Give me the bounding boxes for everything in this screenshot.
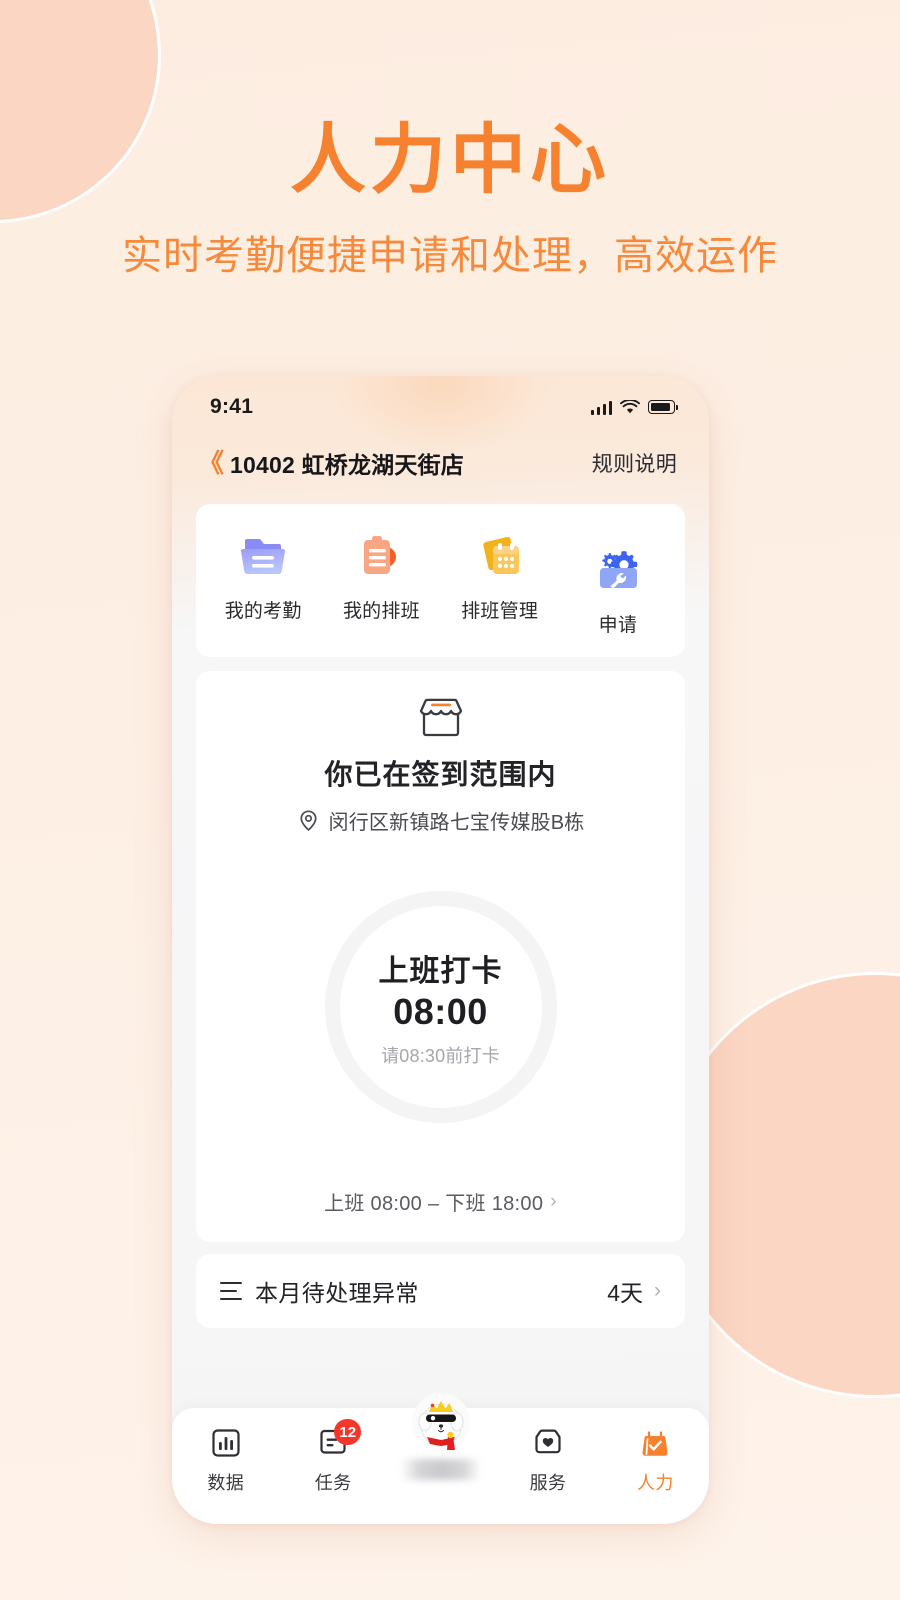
- bag-check-icon: [638, 1426, 672, 1460]
- chevron-right-icon: ›: [654, 1279, 661, 1302]
- store-title: 10402 虹桥龙湖天街店: [230, 452, 464, 478]
- tab-center-mascot[interactable]: [387, 1393, 494, 1480]
- checkin-card: 你已在签到范围内 闵行区新镇路七宝传媒股B栋 上班打卡 08:00 请08:30…: [196, 671, 685, 1242]
- page-title: 人力中心: [290, 118, 610, 203]
- tab-services[interactable]: 服务: [494, 1426, 601, 1495]
- battery-icon: [648, 400, 678, 414]
- hero-section: 人力中心 实时考勤便捷申请和处理，高效运作: [0, 0, 900, 278]
- tab-label: 任务: [314, 1473, 352, 1493]
- calendar-icon: [482, 536, 519, 574]
- quick-action-label: 我的考勤: [224, 601, 302, 622]
- location-pin-icon: [299, 810, 317, 832]
- app-header: 《 10402 虹桥龙湖天街店 规则说明: [172, 432, 709, 494]
- chevron-right-icon: ›: [550, 1190, 557, 1212]
- punch-time: 08:00: [393, 991, 488, 1032]
- tab-tasks[interactable]: 12 任务: [279, 1419, 386, 1495]
- tab-label: 服务: [529, 1473, 567, 1493]
- tab-label: 数据: [207, 1473, 244, 1493]
- punch-hint: 请08:30前打卡: [381, 1046, 500, 1066]
- checkin-address: 闵行区新镇路七宝传媒股B栋: [297, 806, 585, 835]
- status-bar: 9:41: [172, 376, 709, 432]
- punch-button-wrapper: 上班打卡 08:00 请08:30前打卡: [324, 891, 557, 1123]
- page-subtitle: 实时考勤便捷申请和处理，高效运作: [122, 234, 778, 278]
- quick-action-schedule-management[interactable]: 排班管理: [441, 530, 559, 637]
- punch-label: 上班打卡: [378, 955, 503, 988]
- phone-mockup: 9:41 《 10402 虹桥龙湖天街店 规则说明 我的考勤 我的排班 排班管理…: [172, 376, 709, 1524]
- anomaly-row[interactable]: 本月待处理异常 4天 ›: [196, 1254, 685, 1328]
- wifi-icon: [620, 399, 640, 413]
- mascot-dog-icon: [411, 1393, 470, 1451]
- bar-chart-icon: [209, 1426, 243, 1460]
- double-chevron-left-icon[interactable]: 《: [198, 450, 224, 476]
- shift-summary-text: 上班 08:00 – 下班 18:00: [324, 1193, 544, 1215]
- box-heart-icon: [531, 1426, 565, 1460]
- bottom-tab-bar: 数据 12 任务 服务 人力: [172, 1393, 709, 1524]
- rules-link[interactable]: 规则说明: [592, 448, 677, 478]
- cellular-signal-icon: [590, 400, 612, 415]
- tab-data[interactable]: 数据: [172, 1426, 279, 1495]
- anomaly-value: 4天: [607, 1280, 643, 1306]
- tab-label: 人力: [637, 1473, 674, 1493]
- checkin-status-title: 你已在签到范围内: [324, 759, 557, 790]
- tab-badge-count: 12: [334, 1419, 362, 1445]
- quick-action-label: 申请: [598, 615, 638, 636]
- gear-wrench-icon: [599, 551, 638, 589]
- quick-action-apply[interactable]: 申请: [559, 530, 677, 637]
- quick-action-label: 我的排班: [342, 601, 420, 622]
- folder-icon: [241, 539, 286, 575]
- tab-center-label-blurred: [400, 1459, 481, 1480]
- clipboard-icon: [364, 536, 397, 574]
- status-bar-time: 9:41: [210, 395, 254, 418]
- quick-action-my-schedule[interactable]: 我的排班: [322, 530, 440, 637]
- punch-clock-button[interactable]: 上班打卡 08:00 请08:30前打卡: [324, 891, 557, 1123]
- tab-hr[interactable]: 人力: [602, 1426, 709, 1495]
- shift-summary-row[interactable]: 上班 08:00 – 下班 18:00 ›: [324, 1187, 557, 1216]
- document-icon: 12: [316, 1419, 362, 1460]
- list-lines-icon: [220, 1282, 242, 1300]
- storefront-icon: [419, 698, 462, 737]
- anomaly-label: 本月待处理异常: [255, 1280, 419, 1306]
- quick-actions-card: 我的考勤 我的排班 排班管理 申请: [196, 504, 685, 657]
- checkin-address-text: 闵行区新镇路七宝传媒股B栋: [328, 812, 585, 834]
- quick-action-my-attendance[interactable]: 我的考勤: [204, 530, 322, 637]
- quick-action-label: 排班管理: [461, 601, 539, 622]
